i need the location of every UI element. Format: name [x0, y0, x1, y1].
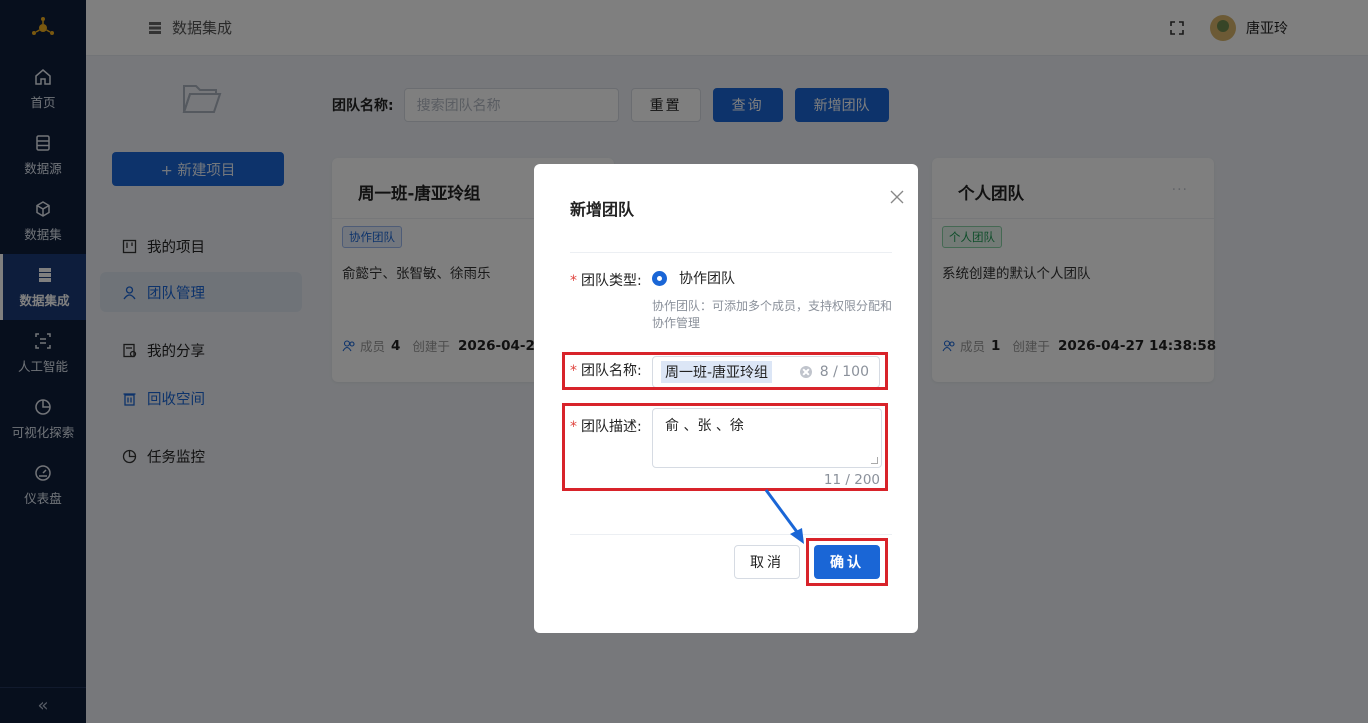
radio-checked-icon[interactable]: [652, 270, 667, 286]
cancel-button[interactable]: 取消: [734, 545, 800, 579]
highlight-box-team-desc: [562, 403, 888, 491]
dialog-title: 新增团队: [570, 200, 635, 219]
team-type-hint: 协作团队：可添加多个成员，支持权限分配和协作管理: [652, 299, 893, 330]
team-type-label: * 团队类型:: [570, 270, 642, 290]
close-icon[interactable]: [888, 188, 906, 206]
highlight-box-team-name: [562, 352, 888, 390]
arrow-icon: [764, 489, 804, 544]
required-mark: *: [570, 273, 577, 289]
radio-label: 协作团队: [679, 271, 735, 287]
highlight-box-confirm: [806, 538, 888, 586]
team-type-radio[interactable]: 协作团队: [652, 268, 735, 288]
divider: [570, 252, 892, 253]
divider: [570, 534, 892, 535]
team-type-label-text: 团队类型:: [581, 273, 642, 289]
